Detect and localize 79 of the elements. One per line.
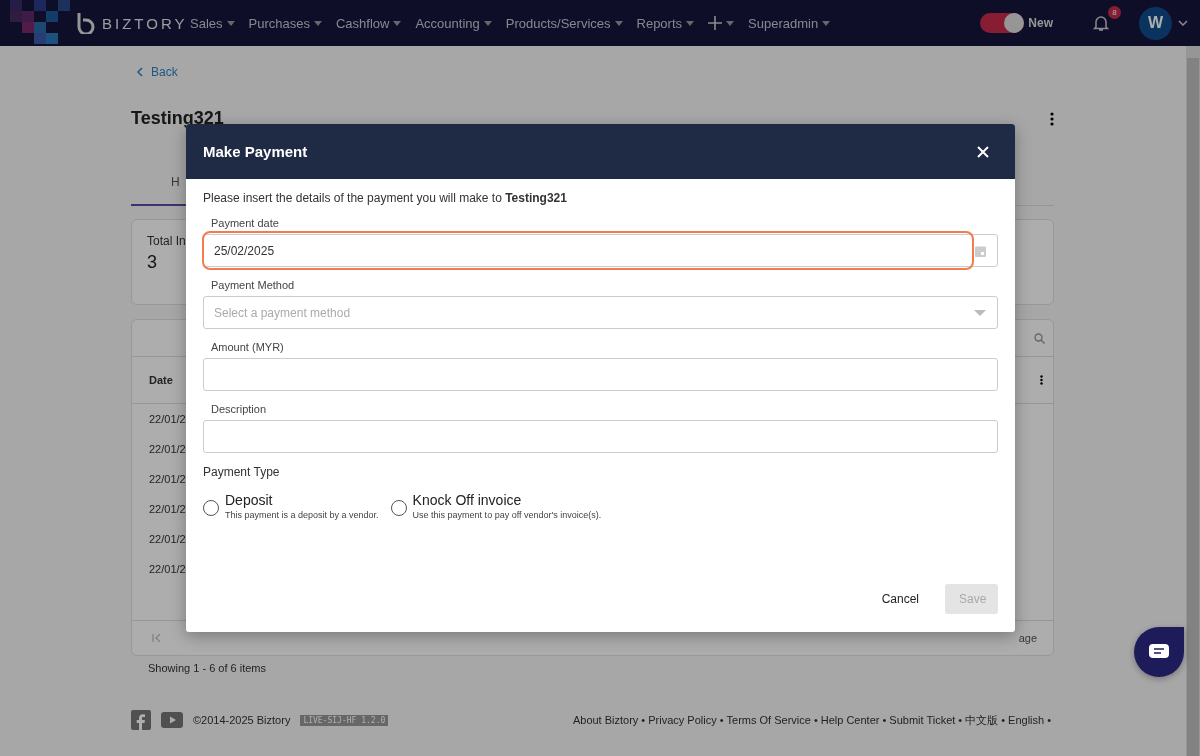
footer-link[interactable]: English — [1008, 713, 1045, 726]
table-cell-text: 22/01/2 — [149, 532, 186, 547]
nav-menu-item[interactable]: Sales — [190, 15, 235, 31]
caret-icon — [313, 20, 322, 26]
caret-icon — [614, 20, 623, 26]
dialog-intro: Please insert the details of the payment you will make to Testing321 — [203, 191, 568, 205]
caret-icon — [393, 20, 402, 26]
option-title: Deposit — [225, 492, 274, 508]
chevron-left-icon — [137, 67, 143, 77]
close-button[interactable] — [977, 145, 989, 158]
option-hint: This payment is a deposit by a vendor. — [225, 510, 379, 520]
chevron-down-icon[interactable] — [1178, 20, 1188, 26]
footer-link[interactable]: 中文版 — [965, 713, 999, 726]
caret-icon — [686, 20, 695, 26]
more-vertical-icon[interactable] — [1050, 111, 1054, 126]
chat-button[interactable] — [1134, 627, 1184, 677]
rows-per-page-label: age — [1018, 632, 1037, 644]
table-cell-text: 22/01/2 — [149, 502, 186, 517]
user-avatar[interactable]: W — [1139, 6, 1172, 40]
stat-value: 3 — [147, 252, 158, 273]
more-vertical-icon[interactable] — [1040, 375, 1043, 385]
separator-dot: • — [813, 713, 818, 726]
input-field[interactable] — [203, 420, 998, 453]
separator-dot: • — [958, 713, 963, 726]
separator-dot: • — [719, 713, 724, 726]
separator-dot: • — [882, 713, 887, 726]
separator-dot: • — [641, 713, 646, 726]
nav-menu-item[interactable]: Products/Services — [505, 15, 623, 31]
footer-link[interactable]: Submit Ticket — [889, 713, 956, 726]
notification-badge: 8 — [1108, 6, 1121, 19]
caret-icon — [822, 20, 831, 26]
footer-link[interactable]: About Biztory — [572, 713, 639, 726]
field-label: Payment date — [211, 217, 280, 229]
field-label: Amount (MYR) — [211, 341, 285, 353]
bell-icon[interactable] — [1093, 14, 1109, 32]
search-icon[interactable] — [1034, 332, 1045, 344]
date-field[interactable]: 25/02/2025 — [203, 234, 998, 267]
nav-menu-item[interactable]: Accounting — [415, 15, 492, 31]
brand-name[interactable]: BIZTORY — [102, 14, 188, 32]
input-field[interactable] — [203, 358, 998, 391]
table-cell-text: 22/01/2 — [149, 472, 186, 487]
field-label: Description — [211, 403, 268, 415]
caret-icon — [726, 20, 735, 26]
separator-dot: • — [1047, 713, 1051, 726]
table-cell-text: 22/01/2 — [149, 442, 186, 457]
option-hint: Use this payment to pay off vendor's invoice(s). — [412, 510, 602, 520]
table-cell-text: 22/01/2 — [149, 412, 186, 427]
column-header[interactable]: Date — [149, 374, 173, 386]
items-summary: Showing 1 - 6 of 6 items — [147, 661, 267, 676]
select-field[interactable]: Select a payment method — [203, 296, 998, 329]
stat-label: Total In — [147, 234, 187, 248]
footer-link[interactable]: Privacy Policy — [648, 713, 717, 726]
facebook-icon[interactable] — [131, 710, 151, 730]
dialog-title: Make Payment — [203, 143, 308, 160]
copyright-text: ©2014-2025 Biztory — [193, 714, 291, 726]
footer-link[interactable]: Terms Of Service — [726, 713, 811, 726]
youtube-icon[interactable] — [161, 712, 183, 728]
caret-icon — [226, 20, 235, 26]
chat-icon — [1149, 644, 1169, 660]
option-title: Knock Off invoice — [412, 492, 523, 508]
version-badge: LIVE-SIJ-HF 1.2.0 — [300, 714, 389, 726]
caret-icon — [483, 20, 492, 26]
scrollbar[interactable] — [1186, 46, 1200, 756]
section-label: Payment Type — [203, 465, 281, 479]
separator-dot: • — [1001, 713, 1006, 726]
field-label: Payment Method — [211, 279, 296, 291]
nav-menu-item[interactable]: Cashflow — [335, 15, 402, 31]
nav-menu-item[interactable]: Superadmin — [748, 15, 831, 31]
table-cell-text: 22/01/2 — [149, 562, 186, 577]
toggle-switch[interactable] — [980, 13, 1025, 33]
close-icon — [977, 145, 989, 158]
logo-icon — [76, 12, 96, 34]
footer-link[interactable]: Help Center — [820, 713, 880, 726]
page-title: Testing321 — [131, 108, 224, 129]
plus-icon[interactable] — [708, 16, 723, 30]
cancel-button[interactable]: Cancel — [871, 584, 929, 614]
toggle-label: New — [1028, 16, 1053, 30]
nav-menu-item[interactable]: Reports — [636, 15, 695, 31]
nav-menu-item[interactable]: Purchases — [248, 15, 322, 31]
